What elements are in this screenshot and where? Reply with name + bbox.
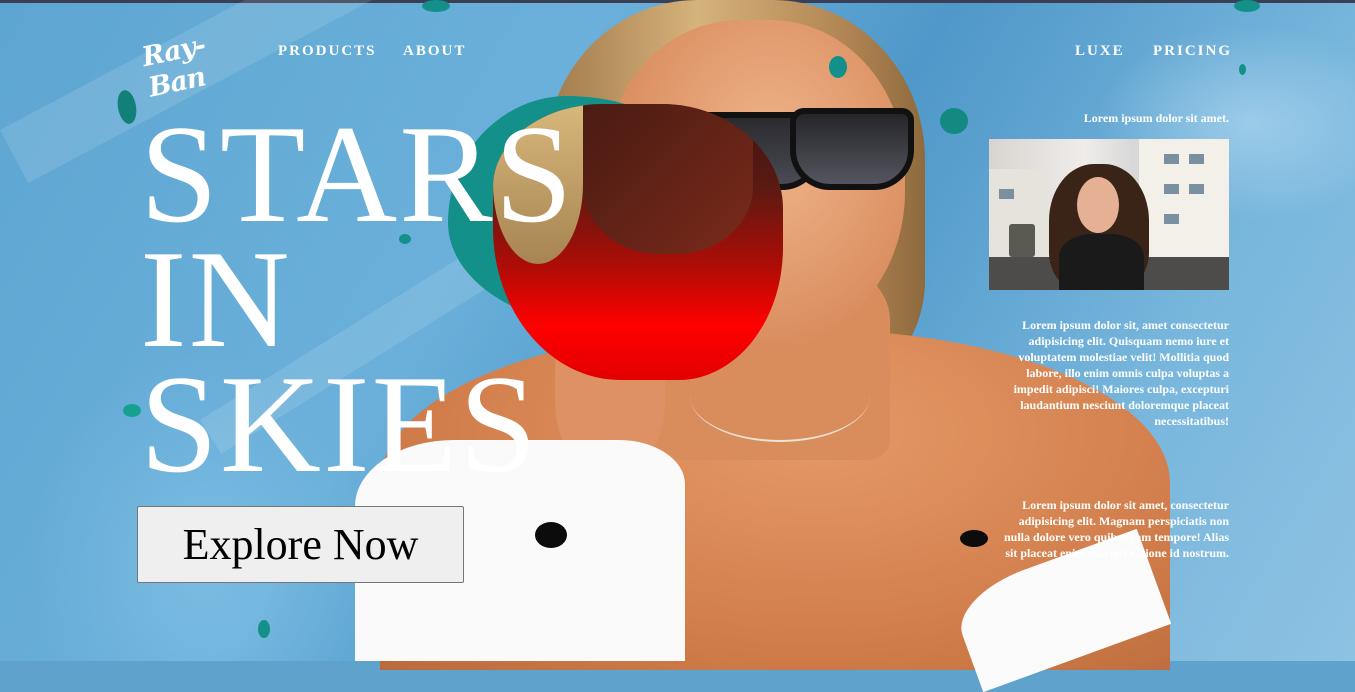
thumb-body: [1059, 234, 1144, 290]
thumb-window: [1164, 184, 1179, 194]
paint-splat: [258, 620, 270, 638]
paint-splat-black: [535, 522, 567, 548]
paint-splat: [829, 56, 847, 78]
explore-now-button[interactable]: Explore Now: [137, 506, 464, 583]
thumb-building: [1139, 139, 1229, 257]
nav-about[interactable]: ABOUT: [403, 43, 466, 60]
paint-splat-black: [960, 530, 988, 547]
headline-line-1: STARS: [140, 97, 575, 252]
thumb-window: [999, 189, 1014, 199]
nav-pricing[interactable]: PRICING: [1153, 43, 1232, 60]
thumb-face: [1077, 177, 1119, 233]
aside-paragraph-2: Lorem ipsum dolor sit amet, consectetur …: [1003, 498, 1229, 560]
aside-paragraph-1: Lorem ipsum dolor sit, amet consectetur …: [1013, 318, 1229, 428]
nav-products[interactable]: PRODUCTS: [278, 43, 377, 60]
headline-line-3: SKIES: [140, 347, 539, 502]
sunglasses-right-lens: [790, 108, 914, 190]
paint-splat: [1234, 0, 1260, 12]
blob-photo-face: [583, 104, 753, 254]
thumb-window: [1164, 214, 1179, 224]
paint-splat: [1239, 64, 1246, 75]
paint-splat: [123, 404, 141, 417]
headline-line-2: IN: [140, 222, 292, 377]
thumbnail-image: [989, 139, 1229, 290]
thumb-window: [1189, 154, 1204, 164]
thumb-window: [1189, 184, 1204, 194]
nav-luxe[interactable]: LUXE: [1075, 43, 1125, 60]
thumb-window: [1164, 154, 1179, 164]
paint-splat: [940, 108, 968, 134]
thumb-planter: [1009, 224, 1035, 257]
paint-splat: [422, 0, 450, 12]
thumbnail-caption: Lorem ipsum dolor sit amet.: [1083, 111, 1229, 125]
